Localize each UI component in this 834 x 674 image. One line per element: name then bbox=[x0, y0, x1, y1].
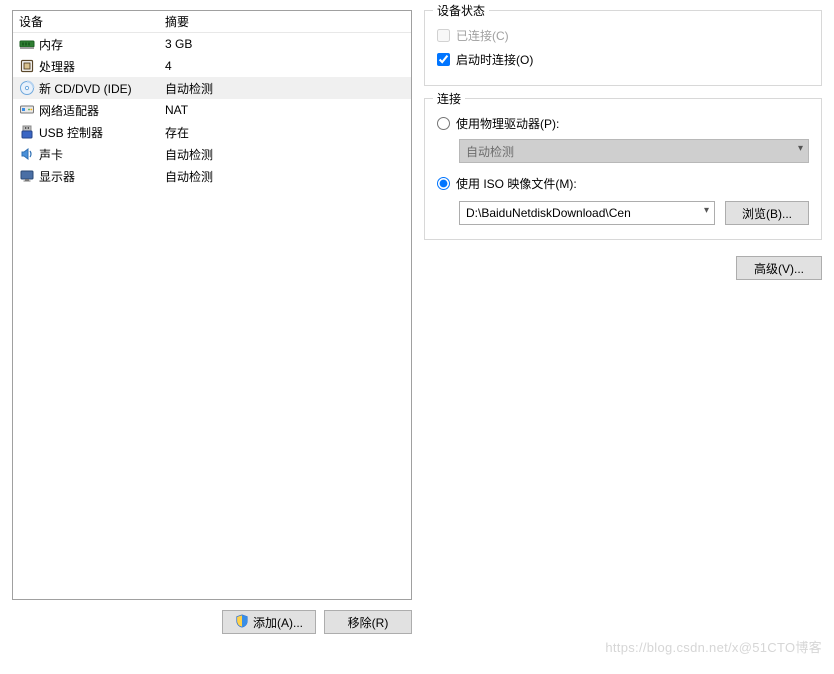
device-name: 显示器 bbox=[39, 168, 75, 185]
use-iso-radio[interactable] bbox=[437, 177, 450, 190]
network-icon bbox=[19, 102, 35, 118]
device-summary: NAT bbox=[161, 103, 411, 117]
use-physical-row: 使用物理驱动器(P): bbox=[437, 111, 809, 135]
device-row[interactable]: 网络适配器 NAT bbox=[13, 99, 411, 121]
device-summary: 4 bbox=[161, 59, 411, 73]
usb-icon bbox=[19, 124, 35, 140]
display-icon bbox=[19, 168, 35, 184]
left-buttons: 添加(A)... 移除(R) bbox=[12, 610, 412, 634]
connected-checkbox bbox=[437, 29, 450, 42]
add-button-label: 添加(A)... bbox=[253, 614, 303, 631]
device-list-header: 设备 摘要 bbox=[13, 11, 411, 33]
use-iso-row: 使用 ISO 映像文件(M): bbox=[437, 171, 809, 195]
browse-button-label: 浏览(B)... bbox=[742, 205, 792, 222]
cpu-icon bbox=[19, 58, 35, 74]
device-name: 新 CD/DVD (IDE) bbox=[39, 80, 132, 97]
device-summary: 存在 bbox=[161, 124, 411, 141]
add-button[interactable]: 添加(A)... bbox=[222, 610, 316, 634]
memory-icon bbox=[19, 36, 35, 52]
device-row[interactable]: 内存 3 GB bbox=[13, 33, 411, 55]
remove-button[interactable]: 移除(R) bbox=[324, 610, 412, 634]
device-name: 处理器 bbox=[39, 58, 75, 75]
device-name: 网络适配器 bbox=[39, 102, 99, 119]
connect-on-power-checkbox[interactable] bbox=[437, 53, 450, 66]
header-summary[interactable]: 摘要 bbox=[161, 13, 411, 30]
connected-label: 已连接(C) bbox=[456, 27, 509, 44]
device-name: 声卡 bbox=[39, 146, 63, 163]
connect-on-power-row: 启动时连接(O) bbox=[437, 47, 809, 71]
connection-group: 连接 使用物理驱动器(P): 使用 ISO 映像文件(M): 浏览(B).. bbox=[424, 98, 822, 240]
shield-icon bbox=[235, 614, 249, 631]
advanced-button[interactable]: 高级(V)... bbox=[736, 256, 822, 280]
device-row[interactable]: 显示器 自动检测 bbox=[13, 165, 411, 187]
left-panel: 设备 摘要 内存3 GB处理器4新 CD/DVD (IDE)自动检测网络适配器N… bbox=[12, 10, 412, 634]
watermark: https://blog.csdn.net/x@51CTO博客 bbox=[605, 637, 822, 656]
device-status-legend: 设备状态 bbox=[433, 2, 489, 19]
iso-path-combo[interactable] bbox=[459, 201, 715, 225]
device-row[interactable]: 处理器 4 bbox=[13, 55, 411, 77]
device-summary: 自动检测 bbox=[161, 146, 411, 163]
cd-icon bbox=[19, 80, 35, 96]
device-name: USB 控制器 bbox=[39, 124, 103, 141]
use-iso-label[interactable]: 使用 ISO 映像文件(M): bbox=[456, 175, 577, 192]
connect-on-power-label[interactable]: 启动时连接(O) bbox=[456, 51, 533, 68]
physical-drive-combo bbox=[459, 139, 809, 163]
connected-row: 已连接(C) bbox=[437, 23, 809, 47]
connection-legend: 连接 bbox=[433, 90, 465, 107]
right-panel: 设备状态 已连接(C) 启动时连接(O) 连接 使用物理驱动器(P): bbox=[424, 10, 822, 634]
use-physical-label[interactable]: 使用物理驱动器(P): bbox=[456, 115, 559, 132]
device-summary: 自动检测 bbox=[161, 168, 411, 185]
advanced-button-label: 高级(V)... bbox=[754, 260, 804, 277]
device-list[interactable]: 设备 摘要 内存3 GB处理器4新 CD/DVD (IDE)自动检测网络适配器N… bbox=[12, 10, 412, 600]
device-summary: 3 GB bbox=[161, 37, 411, 51]
device-status-group: 设备状态 已连接(C) 启动时连接(O) bbox=[424, 10, 822, 86]
sound-icon bbox=[19, 146, 35, 162]
remove-button-label: 移除(R) bbox=[348, 614, 389, 631]
header-device[interactable]: 设备 bbox=[13, 13, 161, 30]
device-summary: 自动检测 bbox=[161, 80, 411, 97]
browse-button[interactable]: 浏览(B)... bbox=[725, 201, 809, 225]
device-name: 内存 bbox=[39, 36, 63, 53]
device-row[interactable]: 新 CD/DVD (IDE) 自动检测 bbox=[13, 77, 411, 99]
device-row[interactable]: 声卡 自动检测 bbox=[13, 143, 411, 165]
use-physical-radio[interactable] bbox=[437, 117, 450, 130]
device-row[interactable]: USB 控制器 存在 bbox=[13, 121, 411, 143]
